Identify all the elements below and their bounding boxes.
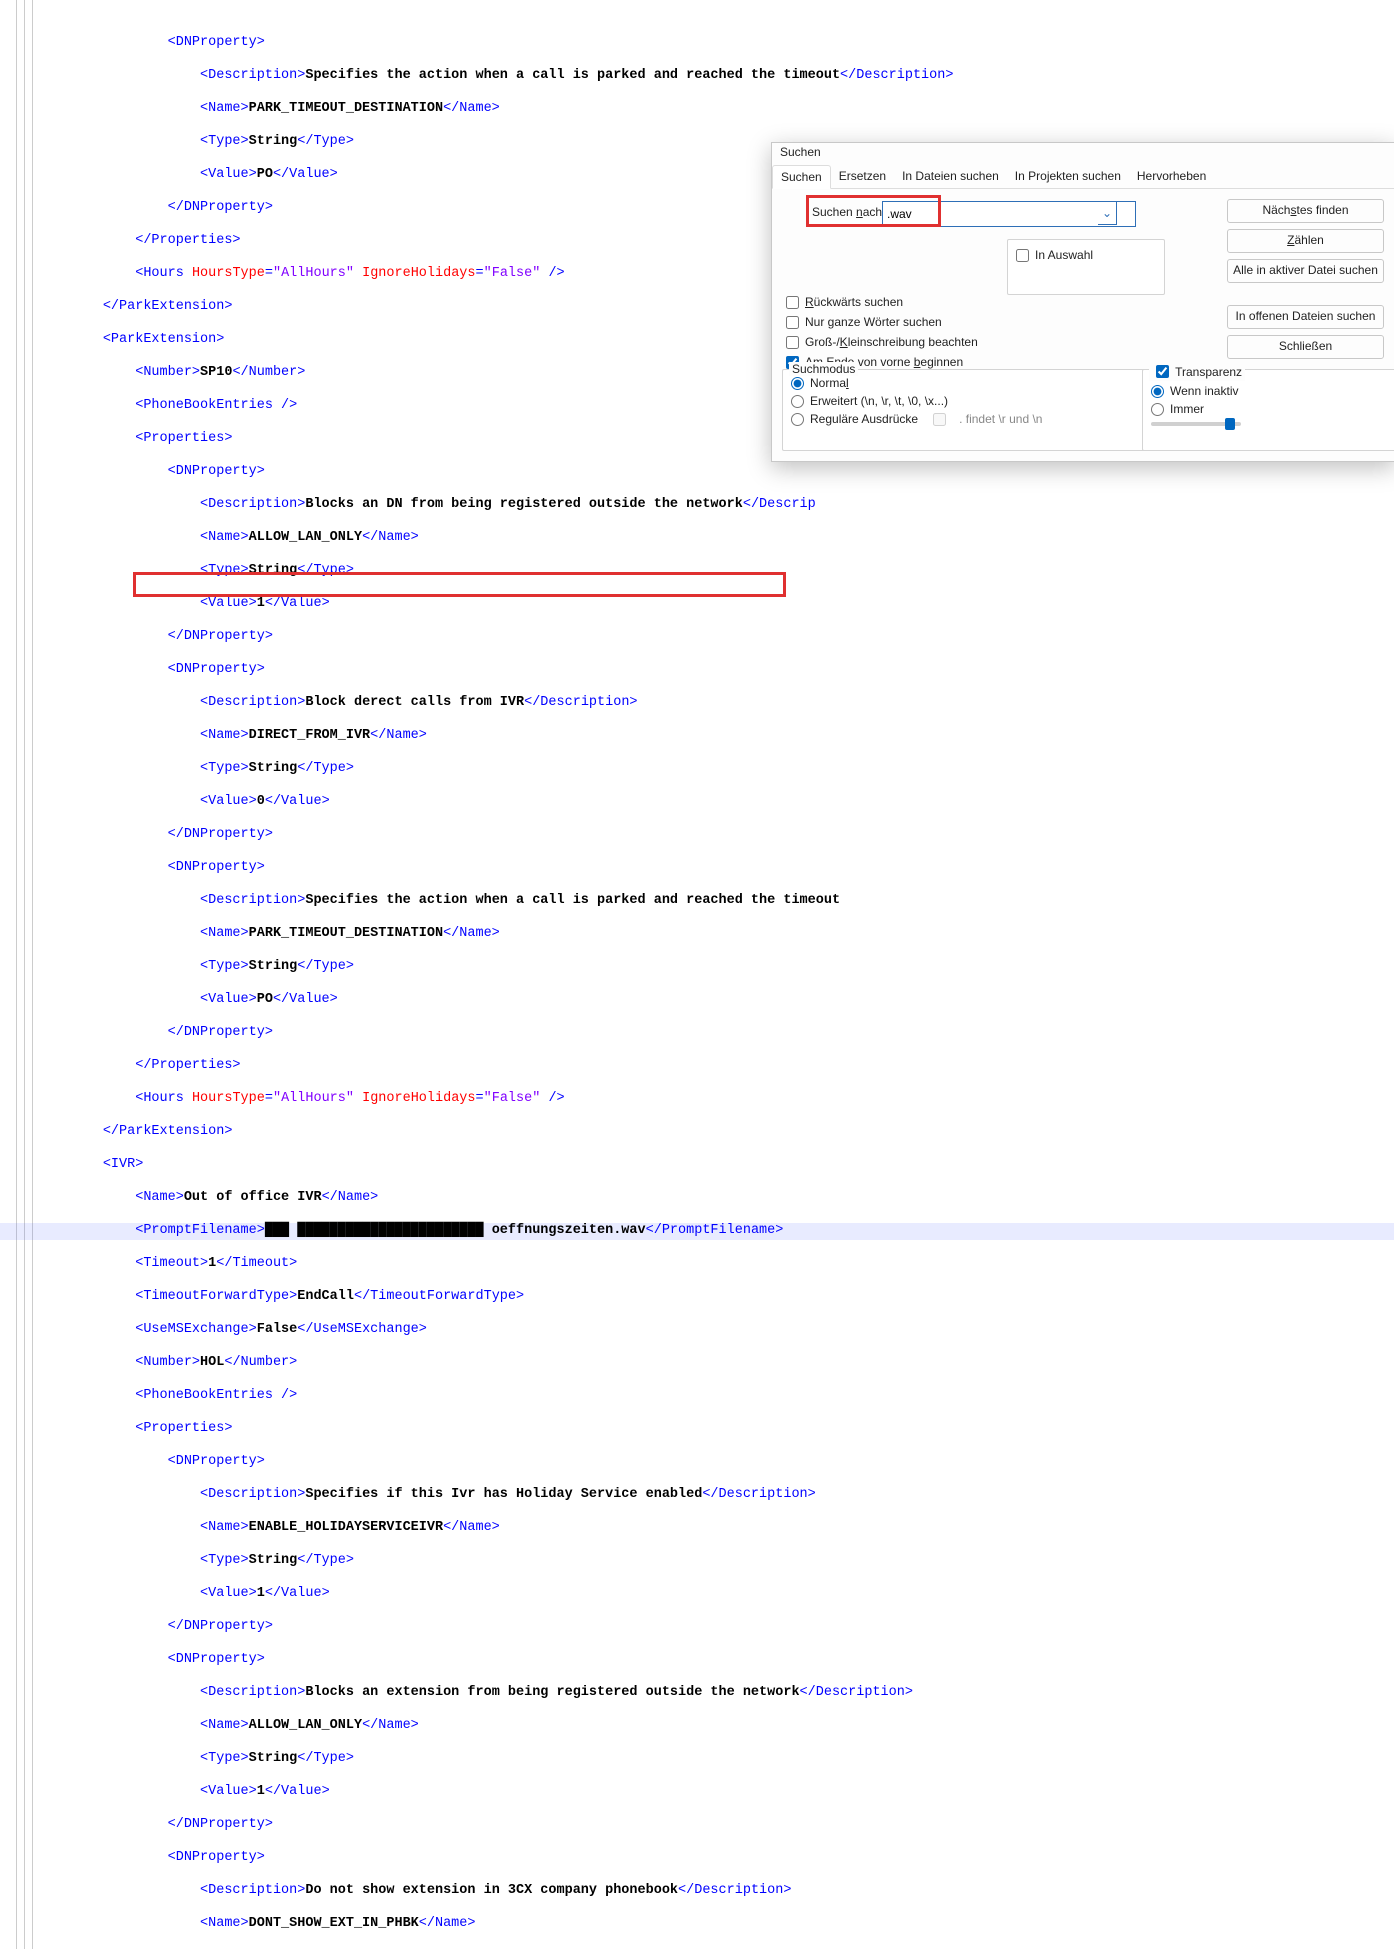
mode-extended-radio[interactable]: Erweitert (\n, \r, \t, \0, \x...) bbox=[791, 392, 1141, 410]
tab-replace[interactable]: Ersetzen bbox=[831, 165, 894, 188]
transparency-slider[interactable] bbox=[1151, 422, 1241, 426]
mode-normal-radio[interactable]: Normal bbox=[791, 374, 1141, 392]
tab-find-in-files[interactable]: In Dateien suchen bbox=[894, 165, 1007, 188]
count-button[interactable]: Zählen bbox=[1227, 229, 1384, 253]
mode-regex-radio[interactable]: Reguläre Ausdrücke . findet \r und \n bbox=[791, 410, 1141, 428]
find-next-button[interactable]: Nächstes finden bbox=[1227, 199, 1384, 223]
highlighted-line[interactable]: <PromptFilename>███ ████████████████████… bbox=[0, 1223, 1394, 1240]
find-dialog[interactable]: Suchen Suchen Ersetzen In Dateien suchen… bbox=[771, 142, 1394, 462]
highlight-box-promptfilename bbox=[133, 572, 786, 597]
dialog-title: Suchen bbox=[772, 143, 1394, 165]
search-mode-group: Suchmodus Normal Erweitert (\n, \r, \t, … bbox=[782, 369, 1150, 451]
search-dropdown-icon[interactable]: ⌄ bbox=[1098, 201, 1117, 225]
find-all-active-button[interactable]: Alle in aktiver Datei suchen bbox=[1227, 259, 1384, 283]
find-all-open-button[interactable]: In offenen Dateien suchen bbox=[1227, 305, 1384, 329]
highlight-box-search bbox=[806, 195, 941, 227]
match-case-checkbox[interactable]: Groß-/Kleinschreibung beachten bbox=[786, 333, 978, 351]
close-button[interactable]: Schließen bbox=[1227, 335, 1384, 359]
tab-mark[interactable]: Hervorheben bbox=[1129, 165, 1214, 188]
dialog-tabs: Suchen Ersetzen In Dateien suchen In Pro… bbox=[772, 165, 1394, 189]
in-selection-checkbox[interactable]: In Auswahl bbox=[1016, 246, 1156, 264]
trans-always-radio[interactable]: Immer bbox=[1151, 400, 1391, 418]
tab-search[interactable]: Suchen bbox=[772, 165, 831, 189]
backward-checkbox[interactable]: Rückwärts suchen bbox=[786, 293, 978, 311]
whole-word-checkbox[interactable]: Nur ganze Wörter suchen bbox=[786, 313, 978, 331]
tab-find-in-projects[interactable]: In Projekten suchen bbox=[1007, 165, 1129, 188]
transparency-group: Transparenz Wenn inaktiv Immer bbox=[1142, 369, 1394, 451]
trans-inactive-radio[interactable]: Wenn inaktiv bbox=[1151, 382, 1391, 400]
